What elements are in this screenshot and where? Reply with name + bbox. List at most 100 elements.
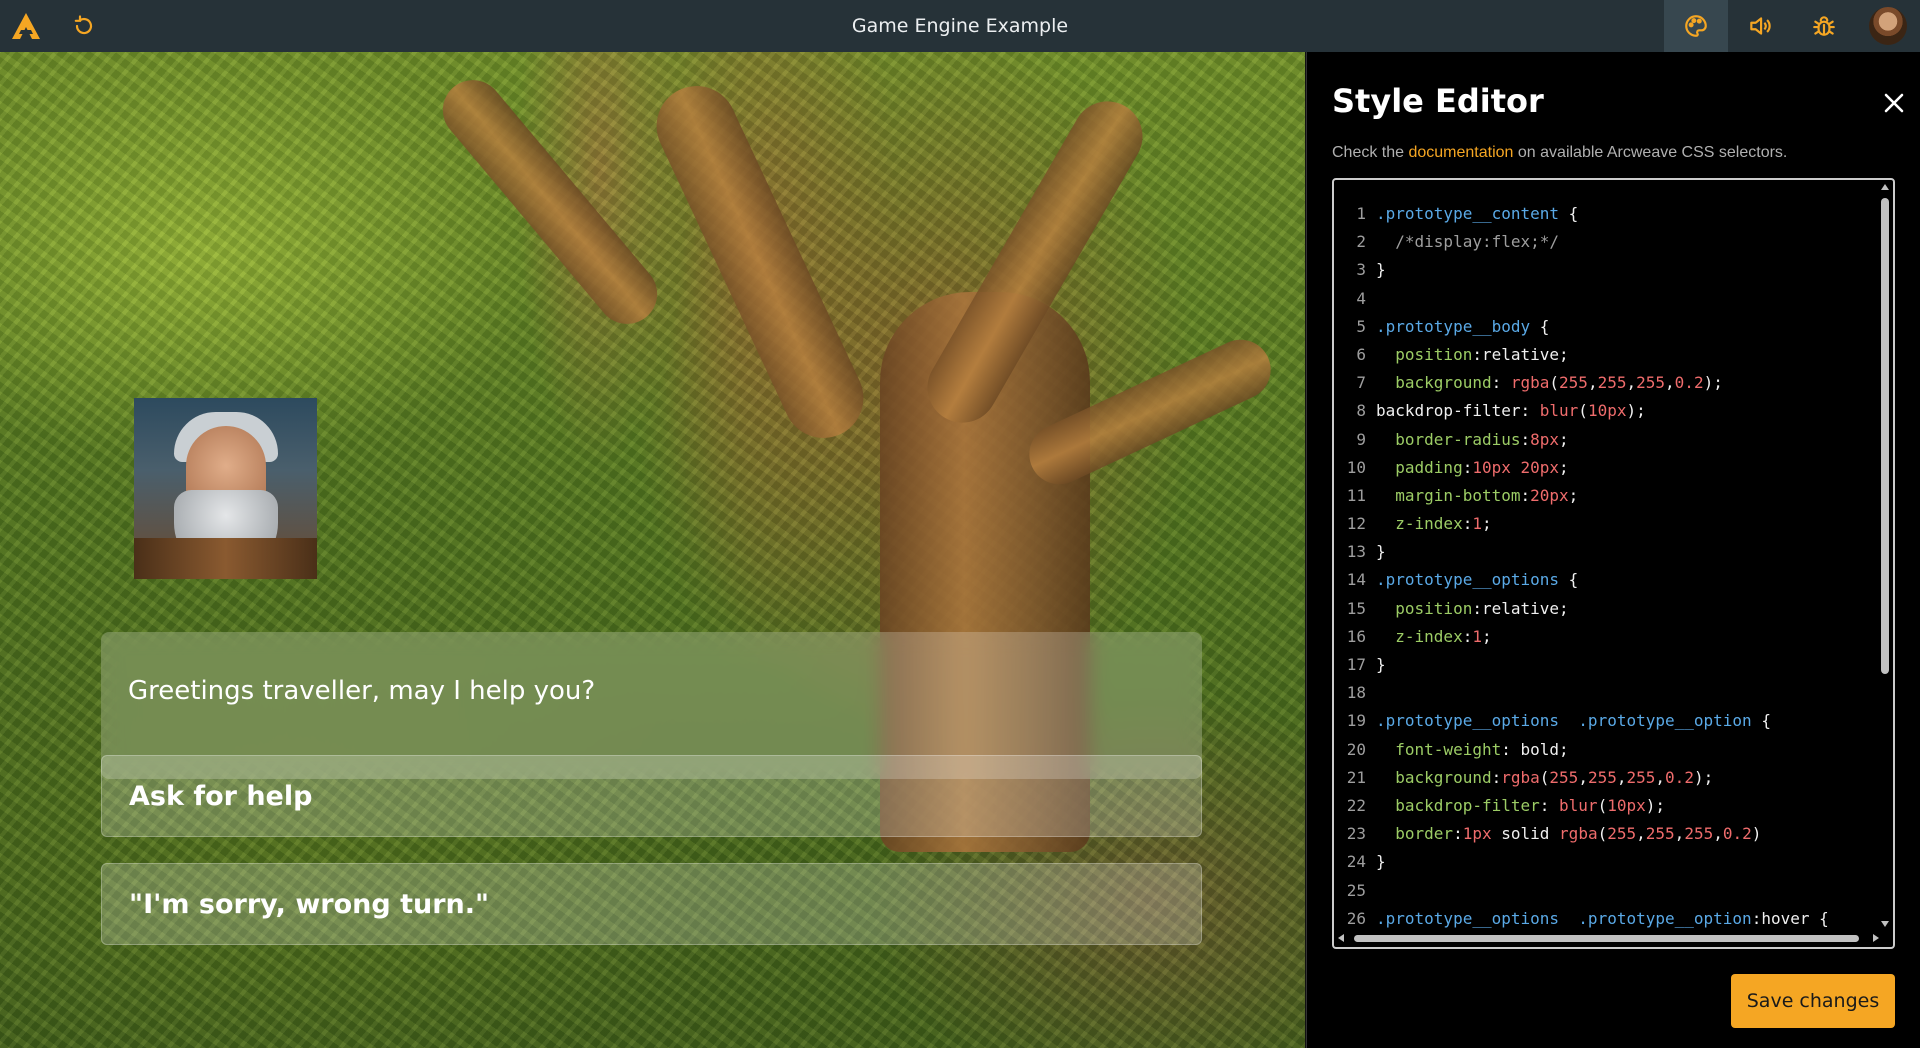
code-text[interactable]: backdrop-filter: blur(10px);	[1376, 792, 1665, 820]
line-number: 7	[1356, 373, 1366, 393]
code-line[interactable]: 18	[1334, 679, 1874, 707]
code-line[interactable]: 13}	[1334, 538, 1874, 566]
editor-title: Style Editor	[1332, 82, 1544, 120]
code-line[interactable]: 11 margin-bottom:20px;	[1334, 482, 1874, 510]
code-text[interactable]: .prototype__options {	[1376, 566, 1578, 594]
horizontal-scroll-thumb[interactable]	[1354, 935, 1859, 942]
debug-button[interactable]	[1792, 0, 1856, 52]
code-line[interactable]: 6 position:relative;	[1334, 341, 1874, 369]
dialog-text: Greetings traveller, may I help you?	[128, 676, 596, 706]
code-line[interactable]: 26 .prototype__options .prototype__option…	[1334, 905, 1874, 933]
line-number: 2	[1356, 232, 1366, 252]
style-editor-panel: Style Editor Check the documentation on …	[1306, 52, 1920, 1048]
horizontal-scrollbar[interactable]	[1336, 931, 1881, 945]
line-number: 14	[1346, 570, 1366, 590]
code-text[interactable]: background: rgba(255,255,255,0.2);	[1376, 369, 1723, 397]
code-text[interactable]: border:1px solid rgba(255,255,255,0.2)	[1376, 820, 1761, 848]
line-number: 3	[1356, 260, 1366, 280]
vertical-scroll-thumb[interactable]	[1881, 198, 1889, 674]
code-text[interactable]: position:relative;	[1376, 341, 1568, 369]
palette-icon	[1685, 15, 1707, 37]
user-avatar-button[interactable]	[1856, 0, 1920, 52]
line-number: 12	[1346, 514, 1366, 534]
line-number: 24	[1346, 852, 1366, 872]
line-number: 21	[1346, 767, 1366, 787]
code-lines[interactable]: 1 .prototype__content {2 /*display:flex;*…	[1334, 200, 1874, 933]
documentation-link[interactable]: documentation	[1408, 144, 1513, 161]
code-text[interactable]: }	[1376, 256, 1386, 284]
code-line[interactable]: 3}	[1334, 256, 1874, 284]
vertical-scrollbar[interactable]	[1879, 184, 1891, 927]
code-text[interactable]: position:relative;	[1376, 595, 1568, 623]
code-text[interactable]: /*display:flex;*/	[1376, 228, 1559, 256]
code-line[interactable]: 25	[1334, 877, 1874, 905]
line-number: 15	[1346, 598, 1366, 618]
code-line[interactable]: 5 .prototype__body {	[1334, 313, 1874, 341]
line-number: 16	[1346, 626, 1366, 646]
code-text[interactable]: backdrop-filter: blur(10px);	[1376, 397, 1646, 425]
code-text[interactable]: z-index:1;	[1376, 623, 1491, 651]
line-number: 19	[1346, 711, 1366, 731]
line-number: 13	[1346, 542, 1366, 562]
code-text[interactable]: margin-bottom:20px;	[1376, 482, 1578, 510]
game-viewport: Greetings traveller, may I help you? Ask…	[0, 52, 1305, 1048]
code-line[interactable]: 10 padding:10px 20px;	[1334, 454, 1874, 482]
app-title: Game Engine Example	[851, 15, 1069, 37]
code-line[interactable]: 2 /*display:flex;*/	[1334, 228, 1874, 256]
save-changes-button[interactable]: Save changes	[1731, 974, 1895, 1028]
code-text[interactable]: .prototype__content {	[1376, 200, 1578, 228]
line-number: 25	[1346, 880, 1366, 900]
code-text[interactable]: z-index:1;	[1376, 510, 1491, 538]
line-number: 11	[1346, 485, 1366, 505]
code-text[interactable]: background:rgba(255,255,255,0.2);	[1376, 764, 1713, 792]
line-number: 17	[1346, 655, 1366, 674]
option-wrong-turn[interactable]: "I'm sorry, wrong turn."	[101, 863, 1202, 945]
line-number: 18	[1346, 683, 1366, 703]
code-line[interactable]: 4	[1334, 285, 1874, 313]
code-line[interactable]: 12 z-index:1;	[1334, 510, 1874, 538]
line-number: 26	[1346, 908, 1366, 928]
code-text[interactable]: padding:10px 20px;	[1376, 454, 1568, 482]
code-line[interactable]: 14 .prototype__options {	[1334, 566, 1874, 594]
line-number: 10	[1346, 457, 1366, 477]
style-editor-button[interactable]	[1664, 0, 1728, 52]
code-line[interactable]: 15 position:relative;	[1334, 595, 1874, 623]
code-text[interactable]: font-weight: bold;	[1376, 736, 1568, 764]
code-line[interactable]: 17}	[1334, 651, 1874, 679]
code-line[interactable]: 1 .prototype__content {	[1334, 200, 1874, 228]
close-icon[interactable]	[1879, 88, 1909, 118]
code-line[interactable]: 19 .prototype__options .prototype__option…	[1334, 707, 1874, 735]
line-number: 8	[1356, 401, 1366, 421]
sound-icon	[1750, 17, 1771, 35]
sound-button[interactable]	[1728, 0, 1792, 52]
code-line[interactable]: 22 backdrop-filter: blur(10px);	[1334, 792, 1874, 820]
line-number: 9	[1356, 429, 1366, 449]
code-text[interactable]: }	[1376, 538, 1386, 566]
code-line[interactable]: 20 font-weight: bold;	[1334, 736, 1874, 764]
avatar	[1869, 7, 1907, 45]
line-number: 4	[1356, 288, 1366, 308]
line-number: 1	[1356, 204, 1366, 223]
editor-hint: Check the documentation on available Arc…	[1332, 144, 1788, 161]
line-number: 6	[1356, 344, 1366, 364]
css-code-editor[interactable]: 1 .prototype__content {2 /*display:flex;*…	[1332, 178, 1895, 949]
code-text[interactable]: .prototype__options .prototype__option {	[1376, 707, 1771, 735]
option-ask-for-help[interactable]: Ask for help	[101, 755, 1202, 837]
reset-icon[interactable]	[70, 12, 98, 40]
top-actions	[1664, 0, 1920, 52]
code-line[interactable]: 7 background: rgba(255,255,255,0.2);	[1334, 369, 1874, 397]
code-line[interactable]: 9 border-radius:8px;	[1334, 426, 1874, 454]
code-line[interactable]: 8 backdrop-filter: blur(10px);	[1334, 397, 1874, 425]
code-text[interactable]: .prototype__body {	[1376, 313, 1549, 341]
code-line[interactable]: 21 background:rgba(255,255,255,0.2);	[1334, 764, 1874, 792]
arcweave-logo-icon[interactable]	[10, 10, 42, 42]
code-text[interactable]: .prototype__options .prototype__option:h…	[1376, 905, 1829, 933]
code-text[interactable]: border-radius:8px;	[1376, 426, 1568, 454]
line-number: 20	[1346, 739, 1366, 759]
code-line[interactable]: 16 z-index:1;	[1334, 623, 1874, 651]
bug-icon	[1813, 16, 1835, 36]
code-line[interactable]: 24}	[1334, 848, 1874, 876]
code-text[interactable]: }	[1376, 651, 1386, 679]
code-text[interactable]: }	[1376, 848, 1386, 876]
code-line[interactable]: 23 border:1px solid rgba(255,255,255,0.2…	[1334, 820, 1874, 848]
